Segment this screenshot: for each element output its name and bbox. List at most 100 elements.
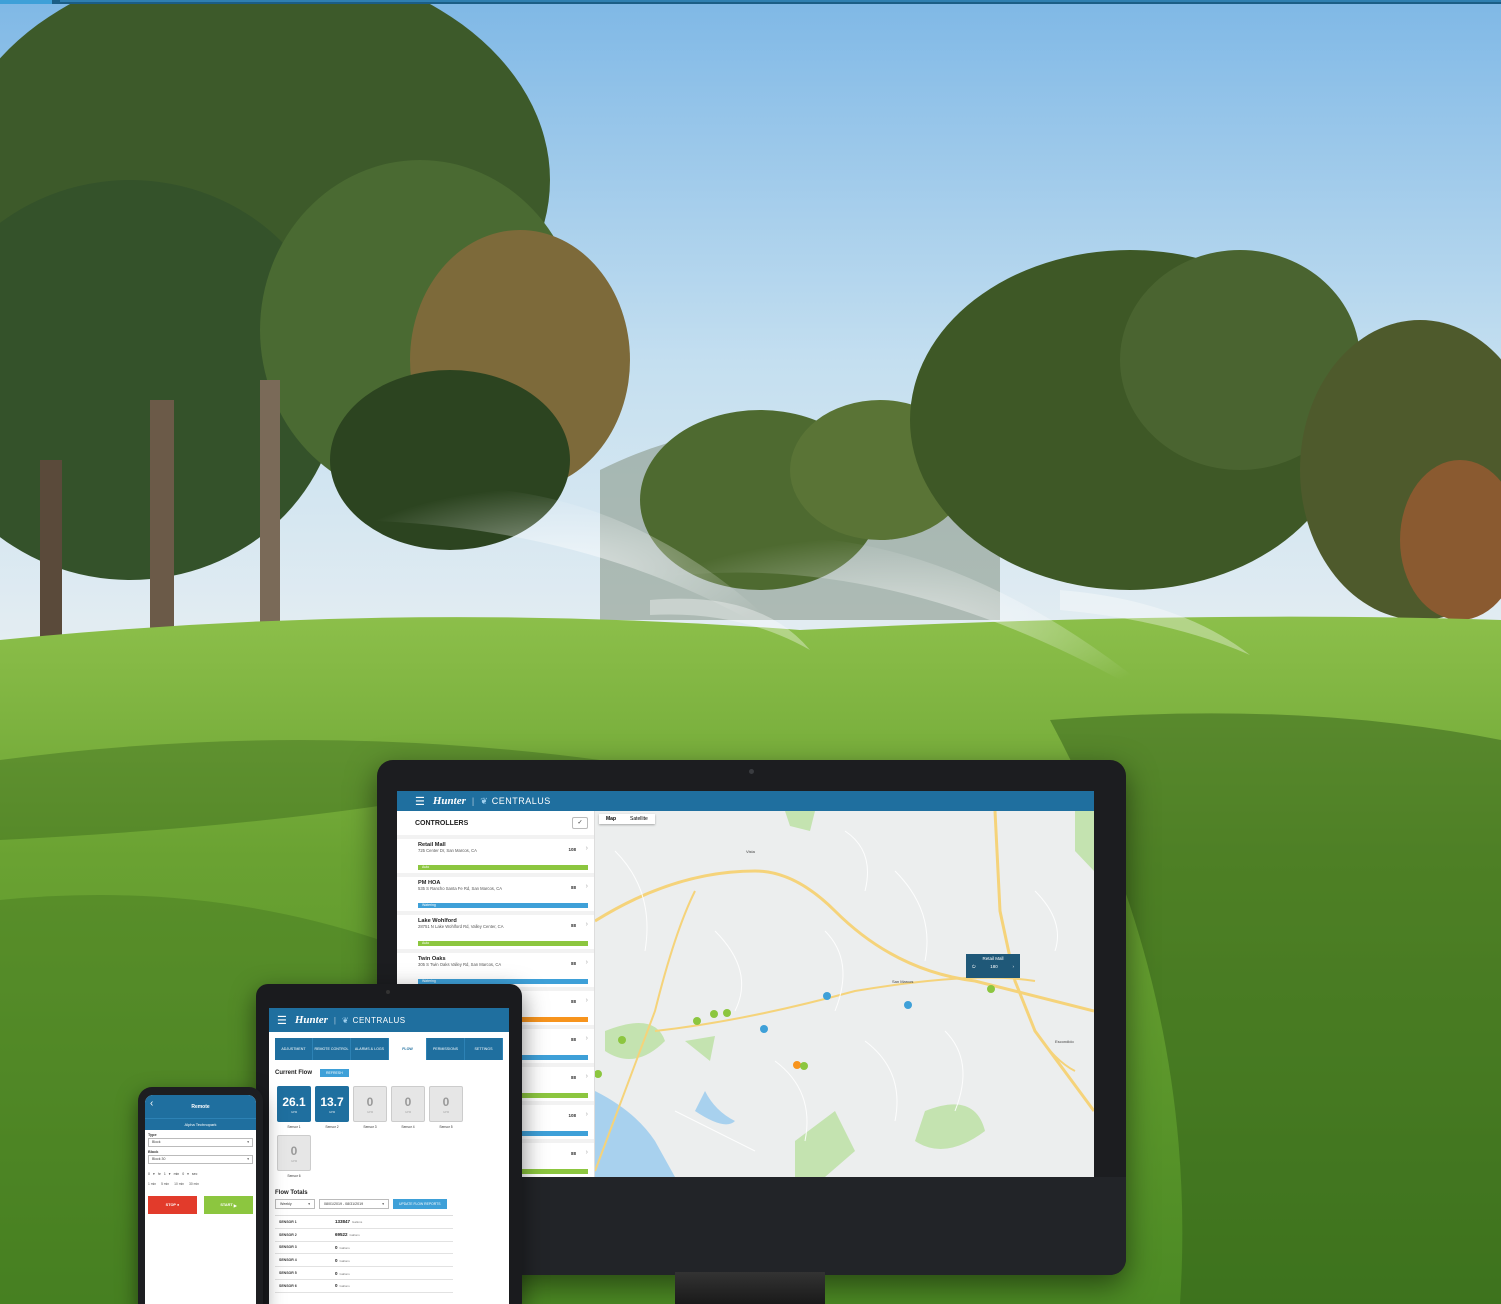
tab-alarms-logs[interactable]: ALARMS & LOGS bbox=[351, 1038, 389, 1060]
update-flow-reports-button[interactable]: UPDATE FLOW REPORTS bbox=[393, 1199, 447, 1209]
controller-status-bar: Watering bbox=[418, 903, 588, 908]
block-select[interactable]: Block 30 ▾ bbox=[148, 1155, 253, 1164]
controller-address: 535 S Rancho Santa Fe Rd, San Marcos, CA bbox=[418, 886, 503, 891]
table-row: SENSOR 5 0 Gallons bbox=[275, 1267, 453, 1280]
total-value-cell: 69522 Gallons bbox=[335, 1232, 360, 1237]
sensor-gauge: 26.1 GPM Sensor 1 bbox=[275, 1086, 313, 1129]
total-value-cell: 0 Gallons bbox=[335, 1271, 350, 1276]
chevron-right-icon[interactable]: › bbox=[586, 959, 588, 966]
chevron-right-icon[interactable]: › bbox=[1012, 964, 1014, 969]
caret-down-icon: ▾ bbox=[247, 1140, 249, 1144]
chevron-right-icon[interactable]: › bbox=[586, 845, 588, 852]
tab-map[interactable]: Map bbox=[599, 814, 623, 824]
flow-totals-table: SENSOR 1 133847 Gallons SENSOR 2 69522 Gallon… bbox=[275, 1215, 453, 1293]
controller-value: 108 bbox=[568, 847, 576, 852]
controller-address: 28751 N Lake Wohlford Rd, Valley Center,… bbox=[418, 924, 504, 929]
tablet-app-bar: ☰ Hunter | ❦ CENTRALUS bbox=[269, 1008, 509, 1032]
sensor-label: Sensor 3 bbox=[363, 1125, 377, 1129]
total-value: 0 bbox=[335, 1257, 338, 1263]
current-flow-header: Current Flow REFRESH bbox=[269, 1060, 509, 1077]
sensor-label: Sensor 2 bbox=[325, 1125, 339, 1129]
total-value-cell: 0 Gallons bbox=[335, 1258, 350, 1263]
sensor-value: 0 bbox=[404, 1094, 412, 1109]
sensor-label: Sensor 6 bbox=[287, 1174, 301, 1178]
controller-value: 88 bbox=[570, 923, 576, 928]
sensor-name-cell: SENSOR 2 bbox=[279, 1232, 297, 1237]
chevron-right-icon[interactable]: › bbox=[586, 1149, 588, 1156]
type-select[interactable]: Block ▾ bbox=[148, 1138, 253, 1147]
map-canvas[interactable]: Vista San Marcos Escondido bbox=[594, 810, 1094, 1177]
map-view[interactable]: Vista San Marcos Escondido Map Satellite… bbox=[594, 810, 1094, 1177]
minutes-unit: min bbox=[173, 1172, 180, 1176]
tab-satellite[interactable]: Satellite bbox=[623, 814, 655, 824]
chevron-right-icon[interactable]: › bbox=[586, 1035, 588, 1042]
hamburger-menu-icon[interactable]: ☰ bbox=[415, 795, 425, 808]
hamburger-menu-icon[interactable]: ☰ bbox=[277, 1014, 287, 1027]
stop-label: STOP bbox=[165, 1203, 176, 1207]
chevron-right-icon[interactable]: › bbox=[586, 997, 588, 1004]
hours-value[interactable]: 0 bbox=[148, 1172, 150, 1176]
refresh-button[interactable]: REFRESH bbox=[320, 1069, 349, 1077]
controller-item[interactable]: Twin Oaks 305 S Twin Oaks Valley Rd, San … bbox=[397, 953, 594, 987]
controllers-title: CONTROLLERS bbox=[415, 819, 469, 827]
sensor-name-cell: SENSOR 4 bbox=[279, 1258, 297, 1263]
quick-1min-button[interactable]: 1 min bbox=[148, 1182, 156, 1186]
sensor-value-box: 26.1 GPM bbox=[277, 1086, 311, 1122]
chevron-right-icon[interactable]: › bbox=[586, 883, 588, 890]
product-name: CENTRALUS bbox=[352, 1015, 406, 1025]
table-row: SENSOR 6 0 Gallons bbox=[275, 1280, 453, 1293]
controller-item[interactable]: Retail Mall 725 Center Dr, San Marcos, CA… bbox=[397, 839, 594, 873]
total-value: 0 bbox=[335, 1283, 338, 1289]
chevron-right-icon[interactable]: › bbox=[586, 921, 588, 928]
tab-permissions[interactable]: PERMISSIONS bbox=[427, 1038, 465, 1060]
minutes-value[interactable]: 1 bbox=[164, 1172, 166, 1176]
date-range-select[interactable]: 08/01/2019 - 08/31/2019 ▾ bbox=[319, 1199, 389, 1209]
tablet-device: ☰ Hunter | ❦ CENTRALUS ADJUSTMENT REMOTE … bbox=[256, 984, 522, 1304]
sensor-gauge: 0 GPM Sensor 4 bbox=[389, 1086, 427, 1129]
caret-down-icon: ▾ bbox=[152, 1172, 155, 1176]
sensor-unit: GPM bbox=[442, 1109, 450, 1114]
controller-status-bar: Auto bbox=[418, 865, 588, 870]
divider: | bbox=[471, 796, 475, 806]
controller-item[interactable]: PM HOA 535 S Rancho Santa Fe Rd, San Marc… bbox=[397, 877, 594, 911]
back-chevron-icon[interactable]: ‹ bbox=[150, 1098, 153, 1109]
tab-flow[interactable]: FLOW bbox=[389, 1038, 427, 1060]
quick-5min-button[interactable]: 5 min bbox=[161, 1182, 169, 1186]
tab-adjustment[interactable]: ADJUSTMENT bbox=[275, 1038, 313, 1060]
sensor-unit: GPM bbox=[328, 1109, 336, 1114]
stop-button[interactable]: STOP ● bbox=[148, 1196, 197, 1214]
period-select[interactable]: Weekly ▾ bbox=[275, 1199, 315, 1209]
chevron-right-icon[interactable]: › bbox=[586, 1073, 588, 1080]
centralus-leaf-icon: ❦ bbox=[341, 1015, 349, 1025]
seconds-value[interactable]: 0 bbox=[182, 1172, 184, 1176]
total-value-cell: 0 Gallons bbox=[335, 1283, 350, 1288]
quick-30min-button[interactable]: 30 min bbox=[189, 1182, 199, 1186]
stop-icon: ● bbox=[177, 1203, 180, 1207]
block-value: Block 30 bbox=[152, 1157, 166, 1161]
tab-remote-control[interactable]: REMOTE CONTROL bbox=[313, 1038, 351, 1060]
sensor-unit: GPM bbox=[366, 1109, 374, 1114]
table-row: SENSOR 4 0 Gallons bbox=[275, 1254, 453, 1268]
camera-dot bbox=[749, 769, 754, 774]
sensor-value-box: 13.7 GPM bbox=[315, 1086, 349, 1122]
total-value: 0 bbox=[335, 1270, 338, 1276]
brand-logo: Hunter bbox=[432, 795, 466, 807]
controller-info-popup[interactable]: Retail Mall ⏻ 180 › bbox=[966, 954, 1020, 978]
controller-status-bar: Auto bbox=[418, 941, 588, 946]
power-icon[interactable]: ⏻ bbox=[972, 964, 976, 969]
phone-title: Remote bbox=[191, 1104, 210, 1110]
sensor-name-cell: SENSOR 5 bbox=[279, 1271, 297, 1276]
controller-value: 108 bbox=[568, 1113, 576, 1118]
controller-item[interactable]: Lake Wohlford 28751 N Lake Wohlford Rd, V… bbox=[397, 915, 594, 949]
sensor-unit: GPM bbox=[290, 1158, 298, 1163]
duration-picker[interactable]: 0 ▾ hr 1 ▾ min 0 ▾ sec bbox=[145, 1164, 256, 1176]
caret-down-icon: ▾ bbox=[308, 1202, 310, 1206]
chevron-right-icon[interactable]: › bbox=[586, 1111, 588, 1118]
controllers-header: CONTROLLERS ✓ bbox=[397, 811, 594, 835]
tab-settings[interactable]: SETTINGS bbox=[465, 1038, 503, 1060]
check-icon[interactable]: ✓ bbox=[572, 817, 588, 829]
quick-10min-button[interactable]: 10 min bbox=[174, 1182, 184, 1186]
sensor-value: 0 bbox=[290, 1143, 298, 1158]
type-label: Type bbox=[148, 1133, 157, 1137]
start-button[interactable]: START ▶ bbox=[204, 1196, 253, 1214]
